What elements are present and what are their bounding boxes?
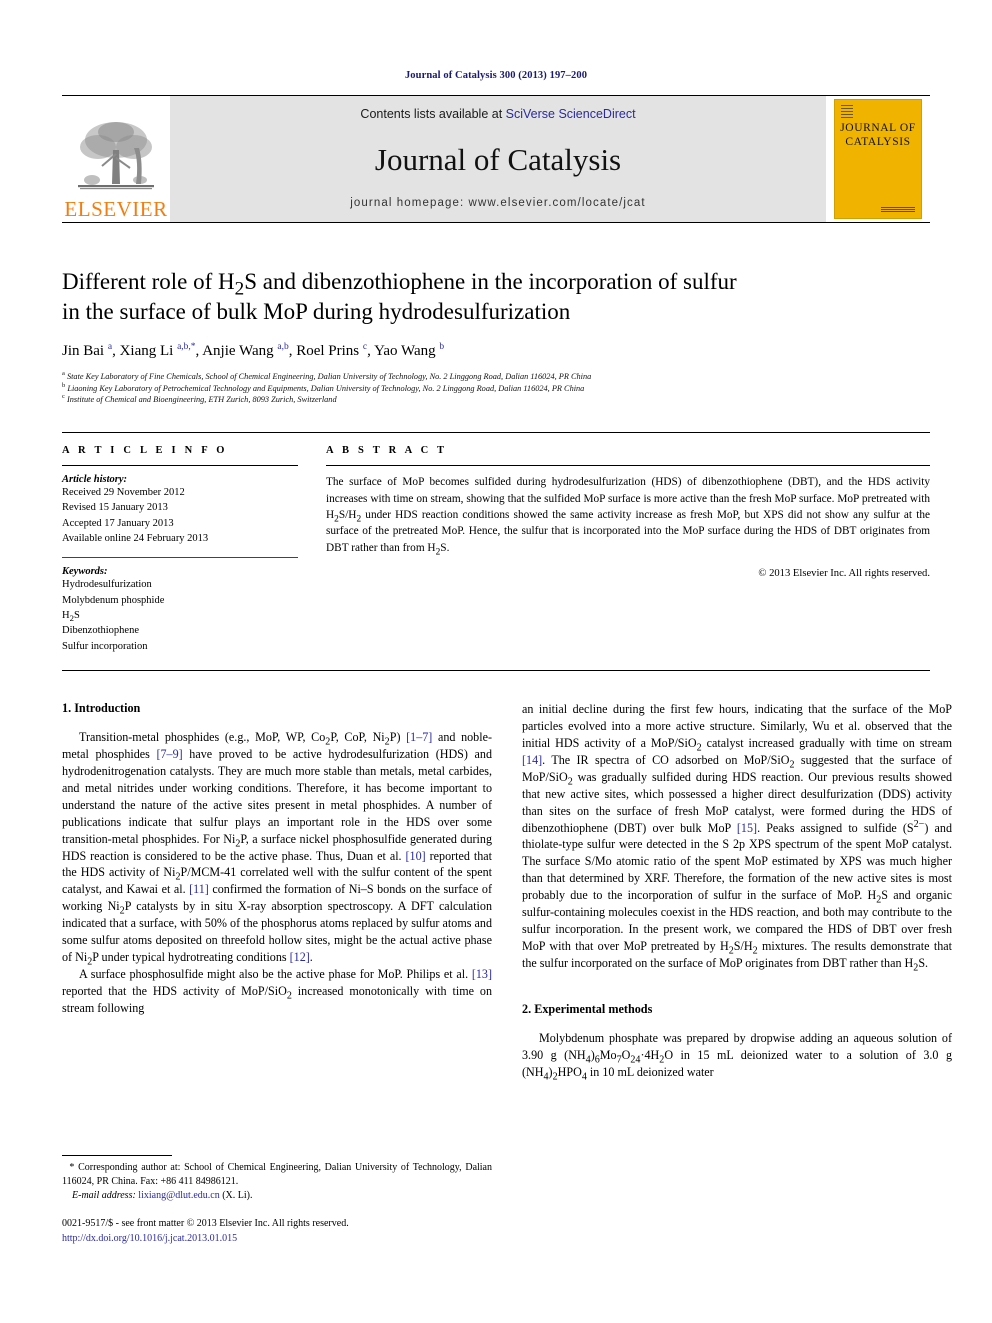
footnote-area: * Corresponding author at: School of Che… xyxy=(62,1154,492,1247)
divider xyxy=(326,465,930,467)
cover-title: JOURNAL OF CATALYSIS xyxy=(840,121,916,150)
asterisk-icon: * xyxy=(69,1161,75,1173)
cover-elsevier-icon xyxy=(841,105,853,118)
citation-link[interactable]: [14] xyxy=(522,753,542,767)
corresponding-author-text: Corresponding author at: School of Chemi… xyxy=(62,1161,492,1187)
keyword-item: Dibenzothiophene xyxy=(62,625,139,637)
history-received: Received 29 November 2012 xyxy=(62,487,185,499)
contents-prefix: Contents lists available at xyxy=(360,107,506,121)
citation-link[interactable]: [13] xyxy=(472,967,492,981)
citation-link[interactable]: [15] xyxy=(737,821,757,835)
keyword-item: Sulfur incorporation xyxy=(62,640,148,652)
page-title: Different role of H2S and dibenzothiophe… xyxy=(62,269,737,324)
body-columns: 1. Introduction Transition-metal phosphi… xyxy=(62,701,952,1246)
journal-title: Journal of Catalysis xyxy=(374,141,622,177)
title-block: Different role of H2S and dibenzothiophe… xyxy=(62,267,930,406)
doi-link[interactable]: http://dx.doi.org/10.1016/j.jcat.2013.01… xyxy=(62,1232,492,1247)
elsevier-tree-icon xyxy=(78,122,154,190)
right-column: an initial decline during the first few … xyxy=(522,701,952,1246)
paragraph: Molybdenum phosphate was prepared by dro… xyxy=(522,1030,952,1083)
journal-cover-thumbnail: JOURNAL OF CATALYSIS xyxy=(826,96,930,222)
left-column: 1. Introduction Transition-metal phosphi… xyxy=(62,701,492,1246)
history-available-online: Available online 24 February 2013 xyxy=(62,533,209,545)
cover-title-line1: JOURNAL OF xyxy=(840,122,916,134)
paragraph: A surface phosphosulfide might also be t… xyxy=(62,966,492,1015)
email-owner: (X. Li). xyxy=(222,1189,253,1201)
corresponding-author-note: * Corresponding author at: School of Che… xyxy=(62,1161,492,1204)
divider xyxy=(62,557,298,559)
affiliation-c: c Institute of Chemical and Bioengineeri… xyxy=(62,393,337,405)
section-heading-experimental: 2. Experimental methods xyxy=(522,1001,653,1016)
keyword-item: Molybdenum phosphide xyxy=(62,594,165,606)
keywords-label: Keywords: xyxy=(62,566,108,578)
contents-lists-line: Contents lists available at SciVerse Sci… xyxy=(360,107,635,121)
issn-line: 0021-9517/$ - see front matter © 2013 El… xyxy=(62,1218,349,1230)
email-label: E-mail address: xyxy=(72,1189,136,1201)
citation-link[interactable]: [12] xyxy=(290,950,310,964)
cover-title-line2: CATALYSIS xyxy=(845,136,911,149)
journal-homepage-link[interactable]: journal homepage: www.elsevier.com/locat… xyxy=(350,197,645,209)
citation-link[interactable]: [1–7] xyxy=(406,730,432,744)
article-info-column: A R T I C L E I N F O Article history: R… xyxy=(62,445,298,654)
keyword-item: Hydrodesulfurization xyxy=(62,579,152,591)
affiliation-c-text: Institute of Chemical and Bioengineering… xyxy=(66,395,337,405)
paragraph: Transition-metal phosphides (e.g., MoP, … xyxy=(62,730,493,968)
abstract-column: A B S T R A C T The surface of MoP becom… xyxy=(326,445,930,654)
paper-page: Journal of Catalysis 300 (2013) 197–200 xyxy=(0,0,992,1323)
history-accepted: Accepted 17 January 2013 xyxy=(62,517,174,529)
info-abstract-row: A R T I C L E I N F O Article history: R… xyxy=(62,432,930,654)
author-list: Jin Bai a, Xiang Li a,b,*, Anjie Wang a,… xyxy=(62,341,445,359)
affiliation-a: a State Key Laboratory of Fine Chemicals… xyxy=(62,370,592,381)
masthead-center: Contents lists available at SciVerse Sci… xyxy=(170,96,826,222)
history-revised: Revised 15 January 2013 xyxy=(62,502,168,514)
affiliation-a-text: State Key Laboratory of Fine Chemicals, … xyxy=(66,371,592,381)
paragraph: an initial decline during the first few … xyxy=(522,702,953,974)
elsevier-logo: ELSEVIER xyxy=(62,96,170,222)
email-link[interactable]: lixiang@dlut.edu.cn xyxy=(138,1190,219,1201)
cover-image: JOURNAL OF CATALYSIS xyxy=(834,99,922,219)
article-info-heading: A R T I C L E I N F O xyxy=(62,445,228,457)
cover-footer-band xyxy=(881,207,915,213)
footnote-divider xyxy=(62,1154,172,1156)
abstract-heading: A B S T R A C T xyxy=(326,445,448,457)
citation-link[interactable]: [10] xyxy=(406,849,426,863)
issn-block: 0021-9517/$ - see front matter © 2013 El… xyxy=(62,1217,492,1246)
journal-masthead: ELSEVIER Contents lists available at Sci… xyxy=(62,95,930,223)
affiliation-b: b Liaoning Key Laboratory of Petrochemic… xyxy=(62,381,585,393)
sciencedirect-link[interactable]: SciVerse ScienceDirect xyxy=(506,107,636,121)
affiliation-b-text: Liaoning Key Laboratory of Petrochemical… xyxy=(67,383,585,393)
divider xyxy=(62,670,930,672)
article-history-label: Article history: xyxy=(62,474,128,486)
abstract-copyright: © 2013 Elsevier Inc. All rights reserved… xyxy=(758,568,930,579)
running-head: Journal of Catalysis 300 (2013) 197–200 xyxy=(404,70,588,81)
affiliation-list: a State Key Laboratory of Fine Chemicals… xyxy=(62,370,930,406)
section-heading-introduction: 1. Introduction xyxy=(62,701,141,716)
divider xyxy=(62,465,298,467)
citation-link[interactable]: [11] xyxy=(189,882,209,896)
citation-link[interactable]: [7–9] xyxy=(156,747,182,761)
abstract-text: The surface of MoP becomes sulfided duri… xyxy=(326,476,930,557)
elsevier-wordmark: ELSEVIER xyxy=(64,197,168,221)
keyword-item: H2S xyxy=(62,610,80,624)
